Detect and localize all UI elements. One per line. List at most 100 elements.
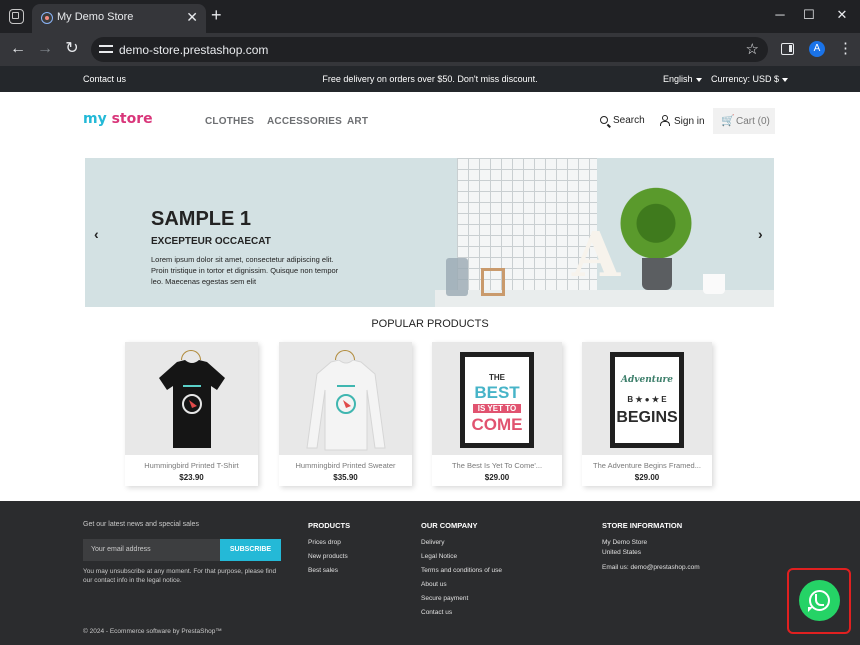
site-footer: Get our latest news and special sales Yo…	[0, 501, 860, 645]
language-selector[interactable]: English	[663, 74, 702, 84]
footer-products-title: PRODUCTS	[308, 521, 351, 530]
url-text[interactable]: demo-store.prestashop.com	[119, 43, 268, 57]
search-label: Search	[613, 115, 645, 126]
product-name[interactable]: The Adventure Begins Framed...	[582, 461, 712, 470]
reload-icon[interactable]: ↻	[63, 39, 81, 59]
caret-down-icon	[695, 77, 702, 82]
poster-line: THE	[489, 373, 505, 382]
unsubscribe-note: You may unsubscribe at any moment. For t…	[83, 568, 277, 584]
product-card[interactable]: THE BEST IS YET TO COME The Best Is Yet …	[432, 342, 562, 486]
whatsapp-button[interactable]	[799, 580, 840, 621]
footer-link-contact[interactable]: Contact us	[421, 609, 452, 616]
product-image[interactable]	[125, 342, 258, 455]
slide-image-pot	[642, 258, 672, 290]
tab-switcher-icon[interactable]	[9, 9, 24, 24]
product-card[interactable]: Adventure B ★ ● ★ E BEGINS The Adventure…	[582, 342, 712, 486]
menu-icon[interactable]: ⋮	[838, 39, 853, 59]
product-price: $29.00	[484, 473, 510, 482]
side-panel-icon[interactable]	[781, 43, 794, 55]
poster-line: BEST	[474, 383, 520, 402]
site-header: my store CLOTHES ACCESSORIES ART Search …	[0, 92, 860, 152]
slide-title: SAMPLE 1	[151, 208, 252, 230]
nav-art[interactable]: ART	[347, 116, 368, 127]
slide-image-letter: A	[572, 218, 621, 291]
footer-link-new-products[interactable]: New products	[308, 553, 348, 560]
bookmark-star-icon[interactable]: ☆	[746, 40, 759, 58]
hero-slider[interactable]: A SAMPLE 1 EXCEPTEUR OCCAECAT Lorem ipsu…	[85, 158, 774, 307]
subscribe-button[interactable]: SUBSCRIBE	[220, 539, 281, 561]
product-card[interactable]: Hummingbird Printed Sweater $35.90	[279, 342, 412, 486]
forward-icon[interactable]: →	[36, 39, 54, 59]
top-bar: Contact us Free delivery on orders over …	[0, 66, 860, 92]
profile-avatar[interactable]: A	[809, 41, 825, 57]
product-price: $29.00	[634, 473, 660, 482]
signin-link[interactable]: Sign in	[659, 115, 705, 127]
slide-image-frame-decor	[481, 268, 505, 296]
new-tab-button[interactable]: +	[211, 5, 222, 25]
cart-button[interactable]: 🛒 Cart (0)	[713, 108, 775, 134]
user-icon	[659, 115, 670, 126]
cart-icon: 🛒	[721, 115, 735, 127]
close-window-button[interactable]: ✕	[832, 6, 852, 24]
slider-next-icon[interactable]: ›	[758, 226, 763, 242]
footer-link-terms[interactable]: Terms and conditions of use	[421, 567, 502, 574]
favicon-icon	[41, 12, 53, 24]
caret-down-icon	[782, 77, 789, 82]
cart-label: Cart (0)	[736, 116, 770, 127]
hanger-icon	[181, 350, 201, 360]
sweater-image	[306, 360, 386, 451]
phone-icon	[815, 594, 824, 606]
poster-best-image: THE BEST IS YET TO COME	[460, 352, 534, 448]
newsletter-label: Get our latest news and special sales	[83, 521, 199, 528]
maximize-button[interactable]: ☐	[799, 6, 819, 24]
section-title: POPULAR PRODUCTS	[371, 318, 489, 330]
product-name[interactable]: Hummingbird Printed T-Shirt	[125, 461, 258, 470]
nav-clothes[interactable]: CLOTHES	[205, 116, 254, 127]
browser-toolbar: ← → ↻ demo-store.prestashop.com ☆ A ⋮	[0, 33, 860, 66]
footer-link-best-sales[interactable]: Best sales	[308, 567, 338, 574]
language-label: English	[663, 74, 693, 84]
footer-link-prices-drop[interactable]: Prices drop	[308, 539, 341, 546]
product-image[interactable]: THE BEST IS YET TO COME	[432, 342, 562, 455]
back-icon[interactable]: ←	[9, 39, 27, 59]
product-image[interactable]: Adventure B ★ ● ★ E BEGINS	[582, 342, 712, 455]
nav-accessories[interactable]: ACCESSORIES	[267, 116, 342, 127]
poster-line: BEGINS	[616, 409, 678, 426]
tab-close-icon[interactable]: ✕	[186, 9, 198, 25]
address-bar[interactable]: demo-store.prestashop.com ☆	[91, 37, 768, 62]
slide-subtitle: EXCEPTEUR OCCAECAT	[151, 236, 271, 247]
logo-part-2: store	[111, 111, 153, 127]
footer-link-secure-payment[interactable]: Secure payment	[421, 595, 468, 602]
copyright[interactable]: © 2024 - Ecommerce software by PrestaSho…	[83, 628, 222, 635]
product-price: $35.90	[333, 473, 358, 482]
store-logo[interactable]: my store	[83, 111, 153, 127]
browser-tab[interactable]: My Demo Store ✕	[32, 4, 206, 33]
footer-link-legal-notice[interactable]: Legal Notice	[421, 553, 457, 560]
email-field[interactable]: Your email address	[83, 539, 220, 561]
product-name[interactable]: The Best Is Yet To Come'...	[432, 461, 562, 470]
product-image[interactable]	[279, 342, 412, 455]
search-button[interactable]: Search	[600, 115, 645, 126]
store-email[interactable]: Email us: demo@prestashop.com	[602, 564, 700, 571]
product-card[interactable]: Hummingbird Printed T-Shirt $23.90	[125, 342, 258, 486]
poster-adventure-image: Adventure B ★ ● ★ E BEGINS	[610, 352, 684, 448]
store-name: My Demo Store	[602, 539, 648, 546]
minimize-button[interactable]: ─	[770, 6, 790, 24]
slide-image-vase	[446, 258, 468, 296]
site-info-icon[interactable]	[99, 43, 113, 55]
store-country: United States	[602, 549, 642, 556]
product-name[interactable]: Hummingbird Printed Sweater	[279, 461, 412, 470]
slider-prev-icon[interactable]: ‹	[94, 226, 99, 242]
currency-label: Currency: USD $	[711, 74, 780, 84]
currency-selector[interactable]: Currency: USD $	[711, 74, 789, 84]
tshirt-image	[159, 360, 225, 448]
signin-label: Sign in	[674, 116, 705, 127]
footer-link-about[interactable]: About us	[421, 581, 447, 588]
footer-link-delivery[interactable]: Delivery	[421, 539, 444, 546]
hanger-icon	[335, 350, 355, 360]
slide-text: Lorem ipsum dolor sit amet, consectetur …	[151, 255, 339, 286]
footer-store-title: STORE INFORMATION	[602, 521, 683, 530]
poster-line: IS YET TO	[473, 404, 521, 413]
product-price: $23.90	[179, 473, 204, 482]
whatsapp-icon-tail	[808, 607, 813, 612]
